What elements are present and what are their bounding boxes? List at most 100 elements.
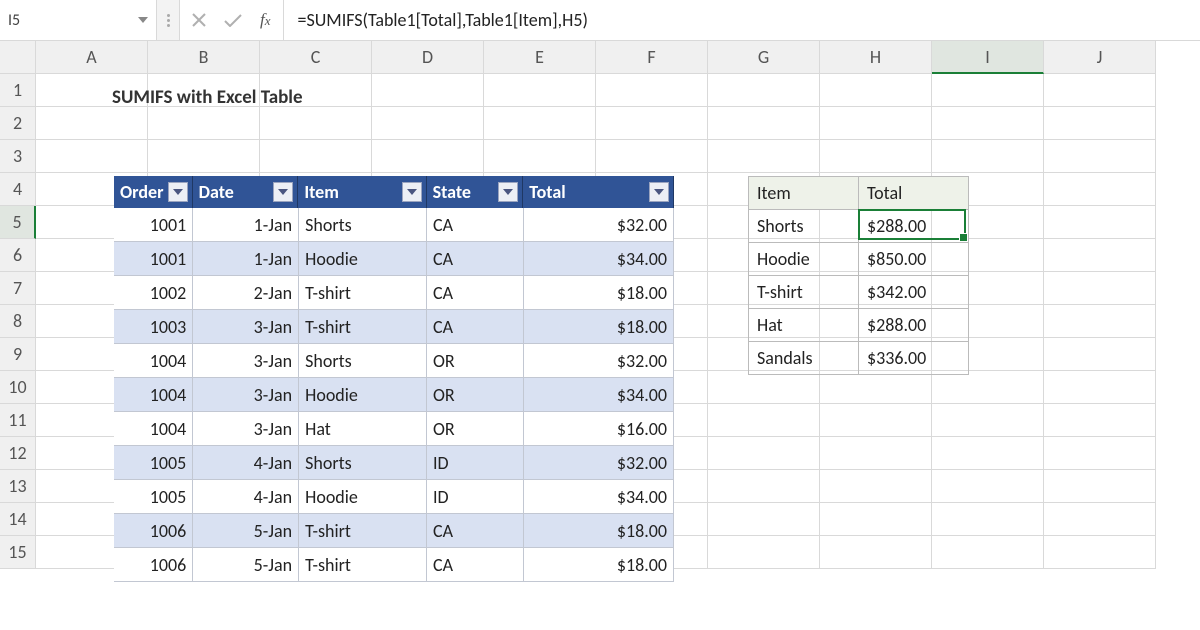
cell-total[interactable]: $32.00: [524, 208, 674, 241]
cell[interactable]: [1044, 437, 1156, 470]
cell[interactable]: [932, 140, 1044, 173]
summary-row[interactable]: Hat$288.00: [749, 309, 969, 342]
cell[interactable]: [36, 107, 148, 140]
cell-date[interactable]: 5-Jan: [193, 548, 299, 581]
cell-date[interactable]: 3-Jan: [193, 412, 299, 445]
cell[interactable]: [1044, 206, 1156, 239]
cell-order[interactable]: 1002: [114, 276, 193, 309]
summary-total[interactable]: $288.00: [859, 210, 969, 243]
cell[interactable]: [1044, 470, 1156, 503]
cell[interactable]: [820, 536, 932, 569]
table-row[interactable]: 10043-JanHatOR$16.00: [114, 412, 674, 446]
cell[interactable]: [932, 536, 1044, 569]
table-row[interactable]: 10065-JanT-shirtCA$18.00: [114, 514, 674, 548]
cell-total[interactable]: $34.00: [524, 242, 674, 275]
table-row[interactable]: 10054-JanHoodieID$34.00: [114, 480, 674, 514]
col-head-e[interactable]: E: [484, 41, 596, 74]
summary-row[interactable]: Shorts$288.00: [749, 210, 969, 243]
cell[interactable]: [820, 371, 932, 404]
cell[interactable]: [932, 470, 1044, 503]
table-row[interactable]: 10011-JanShortsCA$32.00: [114, 208, 674, 242]
row-head-12[interactable]: 12: [0, 437, 36, 470]
col-head-d[interactable]: D: [372, 41, 484, 74]
cell-item[interactable]: Hoodie: [299, 480, 427, 513]
cell-item[interactable]: Shorts: [299, 446, 427, 479]
row-head-4[interactable]: 4: [0, 173, 36, 206]
table-row[interactable]: 10043-JanHoodieOR$34.00: [114, 378, 674, 412]
table-row[interactable]: 10033-JanT-shirtCA$18.00: [114, 310, 674, 344]
cell[interactable]: [708, 74, 820, 107]
select-all-corner[interactable]: [0, 41, 36, 74]
cell[interactable]: [260, 140, 372, 173]
table-row[interactable]: 10011-JanHoodieCA$34.00: [114, 242, 674, 276]
cell[interactable]: [1044, 107, 1156, 140]
cell[interactable]: [148, 140, 260, 173]
filter-button[interactable]: [649, 182, 669, 202]
row-head-10[interactable]: 10: [0, 371, 36, 404]
cell-order[interactable]: 1006: [114, 548, 193, 581]
cell[interactable]: [820, 404, 932, 437]
cell-date[interactable]: 5-Jan: [193, 514, 299, 547]
cell[interactable]: [820, 74, 932, 107]
cell-total[interactable]: $18.00: [524, 276, 674, 309]
row-head-7[interactable]: 7: [0, 272, 36, 305]
table-row[interactable]: 10065-JanT-shirtCA$18.00: [114, 548, 674, 582]
cell[interactable]: [708, 437, 820, 470]
cell[interactable]: [1044, 536, 1156, 569]
cell-date[interactable]: 3-Jan: [193, 344, 299, 377]
cell[interactable]: [1044, 371, 1156, 404]
cell-item[interactable]: T-shirt: [299, 310, 427, 343]
cell-date[interactable]: 4-Jan: [193, 480, 299, 513]
cell[interactable]: [820, 437, 932, 470]
cell-order[interactable]: 1005: [114, 480, 193, 513]
col-head-j[interactable]: J: [1044, 41, 1156, 74]
filter-button[interactable]: [402, 182, 422, 202]
cell-item[interactable]: Hat: [299, 412, 427, 445]
col-head-i[interactable]: I: [932, 41, 1044, 74]
cell[interactable]: [932, 74, 1044, 107]
cell-state[interactable]: ID: [427, 480, 524, 513]
cell[interactable]: [932, 107, 1044, 140]
cell-order[interactable]: 1003: [114, 310, 193, 343]
row-head-3[interactable]: 3: [0, 140, 36, 173]
cell-total[interactable]: $34.00: [524, 480, 674, 513]
cell-date[interactable]: 3-Jan: [193, 310, 299, 343]
cell[interactable]: [1044, 140, 1156, 173]
cell[interactable]: [484, 74, 596, 107]
summary-total[interactable]: $288.00: [859, 309, 969, 342]
summary-item[interactable]: Hoodie: [749, 243, 859, 276]
cell[interactable]: [708, 536, 820, 569]
cell-item[interactable]: T-shirt: [299, 548, 427, 581]
col-head-g[interactable]: G: [708, 41, 820, 74]
cell-order[interactable]: 1004: [114, 412, 193, 445]
cell[interactable]: [932, 437, 1044, 470]
cell[interactable]: [596, 74, 708, 107]
row-head-6[interactable]: 6: [0, 239, 36, 272]
summary-item[interactable]: T-shirt: [749, 276, 859, 309]
col-head-c[interactable]: C: [260, 41, 372, 74]
cell-state[interactable]: OR: [427, 412, 524, 445]
cell[interactable]: [372, 74, 484, 107]
cell-state[interactable]: CA: [427, 276, 524, 309]
cell[interactable]: [708, 371, 820, 404]
cell-order[interactable]: 1005: [114, 446, 193, 479]
name-box[interactable]: I5: [0, 0, 157, 40]
cell-state[interactable]: CA: [427, 548, 524, 581]
cell[interactable]: [1044, 239, 1156, 272]
cell[interactable]: [1044, 173, 1156, 206]
summary-total[interactable]: $342.00: [859, 276, 969, 309]
chevron-down-icon[interactable]: [138, 17, 148, 23]
cell-state[interactable]: OR: [427, 378, 524, 411]
table-row[interactable]: 10022-JanT-shirtCA$18.00: [114, 276, 674, 310]
row-head-2[interactable]: 2: [0, 107, 36, 140]
cell[interactable]: [820, 503, 932, 536]
cell[interactable]: [708, 140, 820, 173]
cell[interactable]: [596, 140, 708, 173]
cell[interactable]: [1044, 404, 1156, 437]
summary-total[interactable]: $336.00: [859, 342, 969, 375]
cell-total[interactable]: $18.00: [524, 548, 674, 581]
cell-total[interactable]: $18.00: [524, 310, 674, 343]
cell[interactable]: [148, 107, 260, 140]
cell[interactable]: [708, 404, 820, 437]
col-header-total[interactable]: Total: [523, 176, 674, 208]
